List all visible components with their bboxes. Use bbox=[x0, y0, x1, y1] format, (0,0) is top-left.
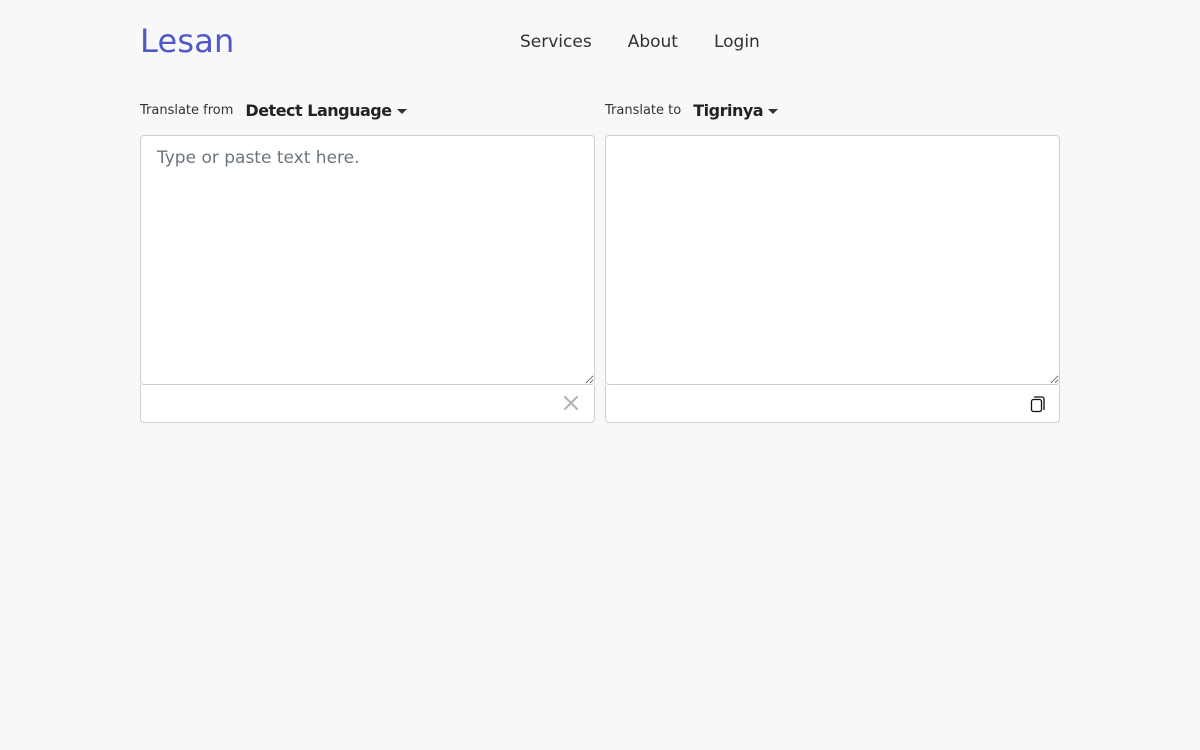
target-language-bar: Translate to Tigrinya bbox=[605, 96, 779, 124]
translation-output[interactable] bbox=[605, 135, 1060, 385]
source-language-dropdown[interactable]: Detect Language bbox=[245, 100, 407, 120]
target-language-dropdown[interactable]: Tigrinya bbox=[693, 100, 779, 120]
page: Lesan Services About Login Translate fro… bbox=[0, 0, 1200, 750]
nav-about[interactable]: About bbox=[628, 31, 678, 53]
target-panel bbox=[605, 135, 1060, 423]
caret-down-icon bbox=[396, 108, 407, 114]
copy-icon[interactable] bbox=[1029, 394, 1047, 414]
source-language-value: Detect Language bbox=[245, 100, 392, 120]
source-panel-footer bbox=[140, 385, 595, 423]
source-panel bbox=[140, 135, 595, 423]
main-nav: Services About Login bbox=[520, 31, 760, 53]
translate-to-label: Translate to bbox=[605, 102, 682, 118]
nav-services[interactable]: Services bbox=[520, 31, 592, 53]
target-language-value: Tigrinya bbox=[693, 100, 764, 120]
source-language-bar: Translate from Detect Language bbox=[140, 96, 407, 124]
logo[interactable]: Lesan bbox=[140, 21, 235, 61]
target-panel-footer bbox=[605, 385, 1060, 423]
translate-from-label: Translate from bbox=[140, 102, 234, 118]
nav-login[interactable]: Login bbox=[714, 31, 760, 53]
close-icon[interactable] bbox=[560, 392, 582, 414]
source-text-input[interactable] bbox=[140, 135, 595, 385]
caret-down-icon bbox=[768, 108, 779, 114]
